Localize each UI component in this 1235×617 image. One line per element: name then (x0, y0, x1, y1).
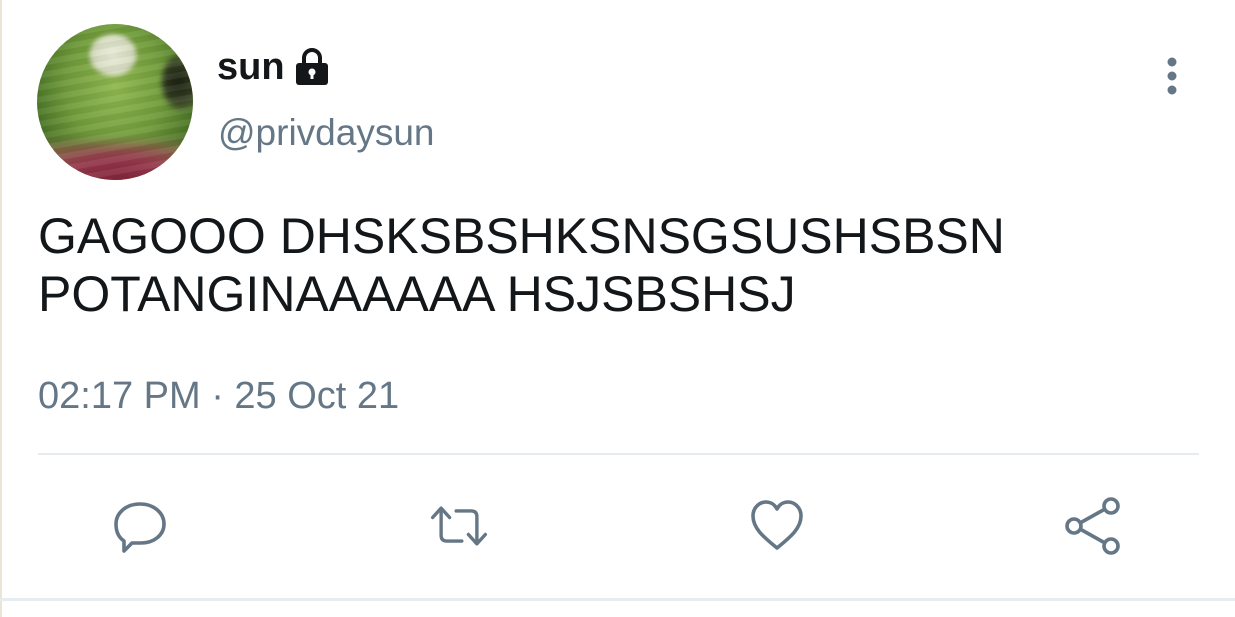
like-button[interactable] (745, 494, 809, 558)
retweet-button[interactable] (427, 494, 491, 558)
name-row: sun (217, 44, 331, 90)
lock-icon (293, 47, 331, 87)
display-name[interactable]: sun (217, 44, 285, 90)
tweet-text: GAGOOO DHSKSBSHKSNSGSUSHSBSN POTANGINAAA… (38, 208, 1005, 322)
share-icon (1065, 497, 1120, 555)
heart-icon (751, 500, 803, 550)
avatar-motion-blur (37, 24, 193, 180)
share-button[interactable] (1062, 494, 1126, 558)
tweet-timestamp[interactable]: 02:17 PM · 25 Oct 21 (38, 372, 399, 420)
more-vertical-icon[interactable] (1152, 52, 1192, 100)
avatar[interactable] (37, 24, 193, 180)
retweet-icon (430, 506, 488, 546)
user-handle[interactable]: @privdaysun (218, 110, 435, 156)
reply-button[interactable] (108, 494, 172, 558)
bottom-divider (0, 598, 1235, 601)
tweet-card: sun @privdaysun GAGOOO DHSKSBSHKSNSGSUSH… (0, 0, 1235, 617)
divider (38, 453, 1199, 455)
reply-icon (114, 502, 166, 553)
